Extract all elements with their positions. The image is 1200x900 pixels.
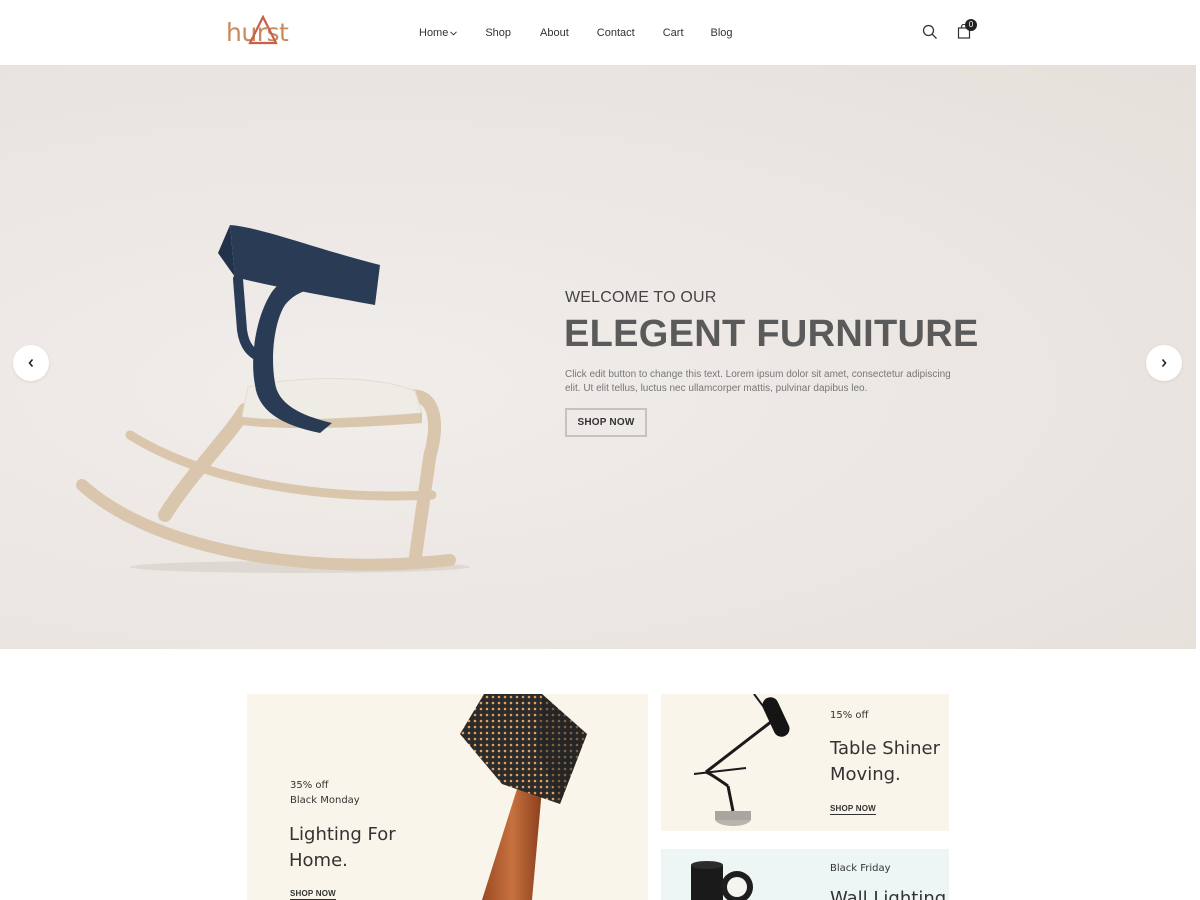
nav-about[interactable]: About — [540, 26, 569, 40]
main-nav: Home Shop About Contact Cart Blog — [419, 26, 733, 40]
hero-shop-now-button[interactable]: SHOP NOW — [565, 408, 647, 437]
banner-discount: 35% off — [290, 780, 329, 791]
site-logo[interactable]: hurst — [226, 14, 296, 50]
promo-banner-wall-lighting[interactable]: Black Friday Wall Lighting — [661, 849, 949, 900]
banner-title-line2: Home. — [289, 850, 348, 871]
hero-description: Click edit button to change this text. L… — [565, 369, 951, 394]
banner-shop-now-link[interactable]: SHOP NOW — [290, 889, 336, 900]
banner-title-line1: Wall Lighting — [830, 888, 947, 900]
floor-lamp-image — [460, 694, 587, 900]
slider-prev-button[interactable] — [13, 345, 49, 381]
banner-discount: 15% off — [830, 710, 869, 721]
rocking-chair-image — [76, 225, 470, 573]
promo-banner-lighting[interactable]: 35% off Black Monday Lighting For Home. … — [247, 694, 648, 900]
promo-banner-table-lamp[interactable]: 15% off Table Shiner Moving. SHOP NOW — [661, 694, 949, 831]
nav-home-label: Home — [419, 27, 449, 39]
banner-title-line1: Lighting For — [289, 824, 396, 845]
logo-triangle-icon — [248, 15, 278, 45]
hero-eyebrow: WELCOME TO OUR — [565, 289, 717, 306]
wall-lamp-image — [691, 861, 753, 900]
banner-subtitle: Black Monday — [290, 795, 360, 806]
slider-next-button[interactable] — [1146, 345, 1182, 381]
cart-count-badge: 0 — [965, 19, 977, 31]
chevron-down-icon — [450, 30, 458, 36]
banner-subtitle: Black Friday — [830, 863, 891, 874]
hero-title: ELEGENT FURNITURE — [564, 313, 979, 355]
nav-home[interactable]: Home — [419, 26, 458, 40]
search-icon[interactable] — [922, 24, 938, 40]
banner-title-line2: Moving. — [830, 764, 901, 785]
nav-blog[interactable]: Blog — [711, 26, 733, 40]
chevron-right-icon — [1161, 358, 1167, 368]
site-header: hurst Home Shop About Contact Cart Blog … — [0, 0, 1200, 65]
desk-lamp-image — [693, 694, 790, 826]
nav-shop[interactable]: Shop — [485, 26, 511, 40]
banner-title-line1: Table Shiner — [830, 738, 940, 759]
chevron-left-icon — [28, 358, 34, 368]
banner-shop-now-link[interactable]: SHOP NOW — [830, 804, 876, 815]
hero-slider: WELCOME TO OUR ELEGENT FURNITURE Click e… — [0, 65, 1196, 649]
nav-contact[interactable]: Contact — [597, 26, 635, 40]
nav-cart[interactable]: Cart — [663, 26, 684, 40]
